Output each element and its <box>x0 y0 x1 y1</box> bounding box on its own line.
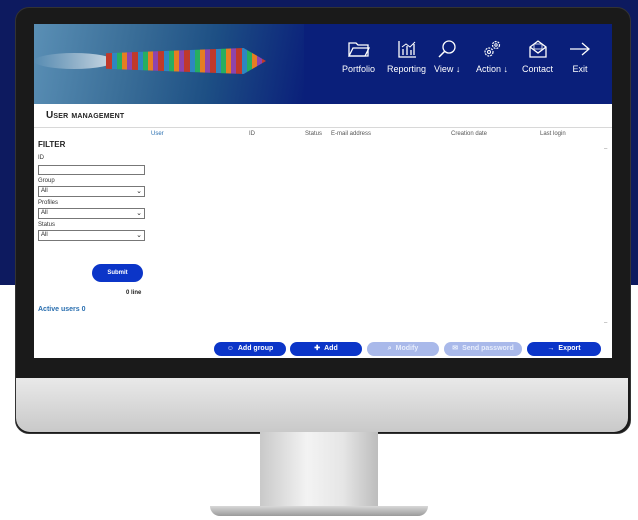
export-icon: → <box>547 345 555 352</box>
chevron-down-icon: ⌄ <box>136 210 142 217</box>
add-button[interactable]: ✚ Add <box>290 342 362 356</box>
search-icon <box>434 40 460 58</box>
add-user-icon: ✚ <box>314 345 321 352</box>
id-input[interactable] <box>38 165 145 175</box>
profiles-select[interactable]: All ⌄ <box>38 208 145 219</box>
arrow-right-icon <box>569 40 591 58</box>
gears-icon <box>476 40 508 58</box>
users-icon: ☺ <box>226 345 234 352</box>
status-select-value: All <box>41 232 48 238</box>
nav-label: Action ↓ <box>476 64 509 74</box>
send-password-label: Send password <box>462 345 514 352</box>
status-select[interactable]: All ⌄ <box>38 230 145 241</box>
group-select-value: All <box>41 188 48 194</box>
line-count: 0 line <box>126 290 142 296</box>
title-bar: User management <box>34 104 612 128</box>
nav-label: Portfolio <box>342 64 376 74</box>
nav-view[interactable]: View ↓ <box>434 40 460 74</box>
id-label: ID <box>38 155 44 161</box>
group-select[interactable]: All ⌄ <box>38 186 145 197</box>
column-header-email[interactable]: E-mail address <box>331 131 371 137</box>
nav-contact[interactable]: Contact <box>522 40 553 74</box>
column-header-creation-date[interactable]: Creation date <box>451 131 487 137</box>
column-header-last-login[interactable]: Last login <box>540 131 566 137</box>
envelope-icon: ✉ <box>452 345 459 352</box>
export-label: Export <box>558 345 581 352</box>
monitor-stand <box>260 432 378 510</box>
nav-label: Exit <box>572 64 588 74</box>
column-header-status[interactable]: Status <box>305 131 322 137</box>
container-ship-image <box>106 48 266 74</box>
modify-label: Modify <box>395 345 419 352</box>
column-header-user[interactable]: User <box>151 131 164 137</box>
chart-icon <box>387 40 426 58</box>
export-button[interactable]: → Export <box>527 342 601 356</box>
group-label: Group <box>38 178 55 184</box>
page-title: User management <box>46 110 125 121</box>
modify-button[interactable]: ⌕ Modify <box>367 342 439 356</box>
send-password-button[interactable]: ✉ Send password <box>444 342 522 356</box>
app-screen: Portfolio Reporting View ↓ Action ↓ Cont <box>34 24 612 358</box>
chevron-down-icon: ⌄ <box>136 232 142 239</box>
folder-icon <box>342 40 375 58</box>
add-label: Add <box>324 345 338 352</box>
add-group-button[interactable]: ☺ Add group <box>214 342 286 356</box>
add-group-label: Add group <box>237 345 274 352</box>
active-users-link[interactable]: Active users 0 <box>38 306 85 313</box>
ship-wake <box>34 53 114 69</box>
monitor-chin <box>16 378 628 432</box>
monitor-stand-base <box>210 506 428 516</box>
nav-action[interactable]: Action ↓ <box>476 40 508 74</box>
nav-exit[interactable]: Exit <box>569 40 591 74</box>
profiles-label: Profiles <box>38 200 59 206</box>
submit-button[interactable]: Submit <box>92 264 143 282</box>
nav-label: View ↓ <box>434 64 461 74</box>
mail-icon <box>522 40 553 58</box>
nav-label: Reporting <box>387 64 427 74</box>
status-label: Status <box>38 222 56 228</box>
filter-heading: FILTER <box>38 140 66 149</box>
scroll-up-arrow[interactable]: – <box>604 146 607 152</box>
chevron-down-icon: ⌄ <box>136 188 142 195</box>
nav-label: Contact <box>522 64 554 74</box>
profiles-select-value: All <box>41 210 48 216</box>
header-banner: Portfolio Reporting View ↓ Action ↓ Cont <box>34 24 612 104</box>
column-header-id[interactable]: ID <box>249 131 255 137</box>
nav-portfolio[interactable]: Portfolio <box>342 40 375 74</box>
nav-reporting[interactable]: Reporting <box>387 40 426 74</box>
scroll-down-arrow[interactable]: – <box>604 320 607 326</box>
banner-image <box>34 24 304 104</box>
search-icon: ⌕ <box>387 345 392 352</box>
